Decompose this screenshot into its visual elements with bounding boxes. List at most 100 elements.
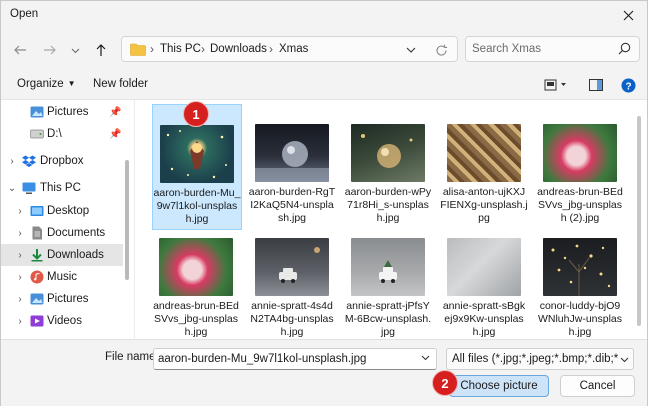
breadcrumb-separator: › (150, 42, 154, 56)
file-item[interactable]: aaron-burden-wPy71r8Hi_s-unsplash.jpg (344, 104, 434, 230)
chevron-down-icon (406, 47, 416, 53)
pictures-icon (30, 293, 44, 305)
file-item[interactable]: andreas-brun-BEdSVvs_jbg-unsplash (2).jp… (536, 104, 626, 230)
scrollbar-thumb[interactable] (637, 116, 641, 326)
file-name: annie-spratt-jPfsYM-6Bcw-unsplash.jpg (344, 300, 432, 338)
file-item[interactable]: annie-spratt-sBgkej9x9Kw-unsplash.jpg (440, 218, 530, 340)
nav-item-videos[interactable]: › Videos (1, 310, 123, 332)
address-bar[interactable]: › This PC › Downloads › Xmas (121, 36, 458, 62)
choose-picture-button[interactable]: Choose picture (449, 375, 549, 397)
navigation-row: › This PC › Downloads › Xmas (1, 31, 647, 69)
search-input[interactable] (472, 41, 612, 57)
arrow-up-icon (96, 44, 106, 56)
file-item[interactable]: andreas-brun-BEdSVvs_jbg-unsplash.jpg (152, 218, 242, 340)
pin-icon: 📌 (109, 106, 122, 118)
new-folder-button[interactable]: New folder (93, 78, 148, 90)
music-icon (30, 270, 44, 284)
file-type-value: All files (*.jpg;*.jpeg;*.bmp;*.dib;*.pn… (452, 353, 618, 365)
nav-item-drive-d[interactable]: D:\ 📌 (1, 123, 123, 145)
breadcrumb-separator: › (201, 42, 205, 56)
nav-item-desktop[interactable]: › Desktop (1, 200, 123, 222)
file-item[interactable]: conor-luddy-bjO9WNluhJw-unsplash.jpg (536, 218, 626, 340)
drive-icon (30, 129, 44, 139)
file-thumbnail (255, 124, 329, 182)
file-grid-scrollbar[interactable] (637, 106, 641, 332)
change-view-button[interactable] (541, 76, 571, 94)
pin-icon: 📌 (109, 128, 122, 140)
this-pc-icon (22, 182, 36, 194)
refresh-button[interactable] (431, 41, 451, 59)
downloads-icon (31, 249, 43, 262)
breadcrumb-this-pc[interactable]: This PC (160, 43, 201, 55)
svg-text:?: ? (625, 81, 631, 92)
nav-item-pictures[interactable]: › Pictures (1, 288, 123, 310)
nav-pane-scrollbar[interactable] (125, 160, 129, 280)
window-title: Open (10, 8, 39, 20)
nav-item-documents[interactable]: › Documents (1, 222, 123, 244)
file-thumbnail (447, 238, 521, 296)
address-dropdown-button[interactable] (402, 42, 420, 58)
nav-item-this-pc[interactable]: ⌄ This PC (1, 177, 123, 199)
cancel-button[interactable]: Cancel (560, 375, 635, 397)
close-button[interactable] (611, 1, 645, 29)
nav-item-dropbox[interactable]: › Dropbox (1, 150, 123, 172)
chevron-right-icon[interactable]: › (14, 228, 26, 239)
file-name: annie-spratt-4s4dN2TA4bg-unsplash.jpg (250, 300, 334, 338)
file-thumbnail (351, 124, 425, 182)
file-item[interactable]: alisa-anton-ujKXJFIENXg-unsplash.jpg (440, 104, 530, 230)
title-bar: Open (1, 1, 647, 31)
file-thumbnail (255, 238, 329, 296)
chevron-right-icon[interactable]: › (6, 156, 18, 167)
arrow-left-icon (14, 45, 26, 55)
desktop-icon (30, 206, 44, 216)
file-name: conor-luddy-bjO9WNluhJw-unsplash.jpg (537, 300, 623, 338)
file-thumbnail (159, 238, 233, 296)
chevron-down-icon[interactable]: ⌄ (6, 183, 18, 194)
open-dialog: Open › This PC › Downloads › Xmas Search… (0, 0, 648, 406)
back-button[interactable] (9, 39, 31, 61)
breadcrumb-downloads[interactable]: Downloads (210, 43, 267, 55)
close-icon (623, 10, 633, 20)
nav-item-pictures-quick[interactable]: Pictures 📌 (1, 101, 123, 123)
help-icon: ? (621, 78, 635, 92)
organize-menu-button[interactable]: Organize ▼ (17, 78, 76, 90)
file-item[interactable]: aaron-burden-RgTI2KaQ5N4-unsplash.jpg (248, 104, 338, 230)
file-name-dropdown[interactable] (421, 353, 430, 365)
help-button[interactable]: ? (619, 76, 637, 94)
preview-pane-button[interactable] (587, 76, 605, 94)
chevron-down-icon (421, 355, 430, 361)
videos-icon (30, 315, 44, 327)
arrow-right-icon (44, 45, 56, 55)
file-grid: aaron-burden-Mu_9w7l1kol-unsplash.jpg aa… (136, 100, 632, 340)
file-item[interactable]: annie-spratt-4s4dN2TA4bg-unsplash.jpg (248, 218, 338, 340)
pictures-icon (30, 106, 44, 118)
nav-item-downloads[interactable]: › Downloads (1, 244, 123, 266)
step-badge-1: 1 (183, 101, 209, 127)
folder-icon (130, 43, 146, 59)
file-name-input[interactable] (153, 348, 437, 370)
search-box[interactable] (465, 36, 640, 62)
chevron-right-icon[interactable]: › (14, 316, 26, 327)
file-thumbnail (543, 238, 617, 296)
file-item[interactable]: annie-spratt-jPfsYM-6Bcw-unsplash.jpg (344, 218, 434, 340)
file-type-select[interactable]: All files (*.jpg;*.jpeg;*.bmp;*.dib;*.pn… (446, 348, 634, 370)
chevron-right-icon[interactable]: › (14, 294, 26, 305)
refresh-icon (435, 44, 447, 56)
chevron-down-icon (71, 48, 79, 53)
documents-icon (32, 226, 42, 240)
chevron-right-icon[interactable]: › (14, 206, 26, 217)
preview-pane-icon (589, 79, 603, 91)
up-button[interactable] (90, 39, 112, 61)
file-thumbnail (543, 124, 617, 182)
forward-button[interactable] (39, 39, 61, 61)
file-name: annie-spratt-sBgkej9x9Kw-unsplash.jpg (442, 300, 526, 338)
chevron-down-icon (620, 355, 629, 367)
recent-locations-button[interactable] (64, 39, 86, 61)
file-thumbnail (447, 124, 521, 182)
nav-item-music[interactable]: › Music (1, 266, 123, 288)
search-icon (618, 42, 631, 58)
command-bar: Organize ▼ New folder ? (1, 71, 647, 99)
breadcrumb-xmas[interactable]: Xmas (279, 43, 308, 55)
chevron-right-icon[interactable]: › (14, 272, 26, 283)
chevron-right-icon[interactable]: › (14, 250, 26, 261)
